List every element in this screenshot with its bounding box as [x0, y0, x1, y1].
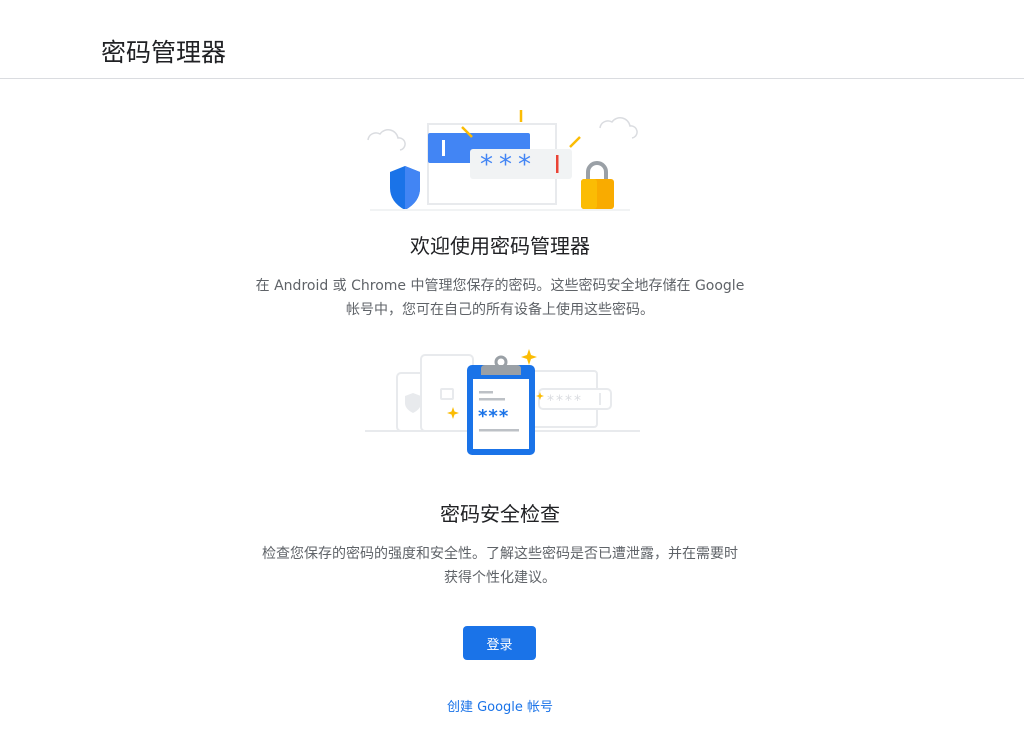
cloud-icon	[599, 117, 638, 139]
app-header: 密码管理器	[0, 0, 1024, 79]
checkup-illustration: **** ***	[365, 349, 640, 455]
checkup-description-line-2: 获得个性化建议。	[444, 570, 556, 586]
svg-text:***: ***	[478, 406, 509, 427]
welcome-illustration: ***	[367, 110, 638, 211]
welcome-description-line-1: 在 Android 或 Chrome 中管理您保存的密码。这些密码安全地存储在 …	[255, 278, 745, 294]
checkup-description-line-1: 检查您保存的密码的强度和安全性。了解这些密码是否已遭泄露，并在需要时	[262, 546, 738, 562]
welcome-description-line-2: 帐号中，您可在自己的所有设备上使用这些密码。	[346, 302, 654, 318]
cloud-icon	[367, 129, 406, 151]
welcome-title: 欢迎使用密码管理器	[410, 234, 590, 258]
svg-text:****: ****	[547, 393, 583, 409]
sparkle-icon	[521, 349, 537, 365]
checkup-title: 密码安全检查	[440, 502, 560, 526]
create-account-link[interactable]: 创建 Google 帐号	[0, 698, 1000, 718]
lock-icon	[586, 161, 608, 180]
tablet-shape	[420, 354, 474, 432]
svg-text:***: ***	[480, 150, 537, 180]
signin-button[interactable]: 登录	[463, 626, 536, 660]
page-title: 密码管理器	[101, 38, 227, 67]
